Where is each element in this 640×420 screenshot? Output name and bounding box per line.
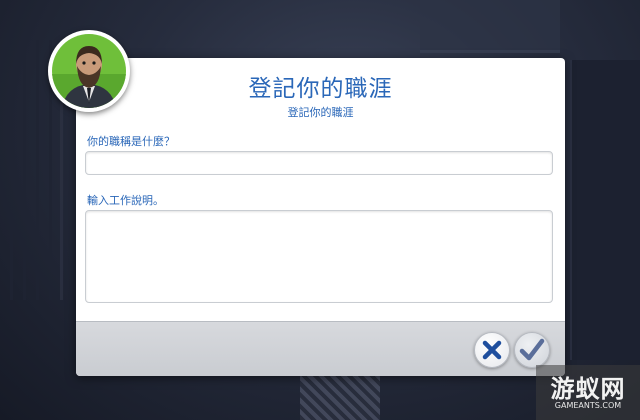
dialog-footer [76, 321, 565, 376]
dialog-subtitle: 登記你的職涯 [287, 106, 354, 119]
dialog-title: 登記你的職涯 [248, 76, 393, 102]
watermark-logo-text: 游蚁网 [550, 375, 626, 403]
watermark-domain: GAMEANTS.COM [554, 401, 622, 410]
close-x-icon [482, 340, 502, 360]
job-description-label: 輸入工作說明。 [87, 194, 164, 207]
job-description-textarea[interactable] [85, 210, 553, 303]
job-title-input[interactable] [85, 151, 553, 175]
game-scene-background: 登記你的職涯 登記你的職涯 你的職稱是什麼？ 輸入工作說明。 游蚁网 GAMEA… [0, 0, 640, 420]
register-career-dialog: 登記你的職涯 登記你的職涯 你的職稱是什麼？ 輸入工作說明。 [76, 58, 565, 376]
checkmark-icon [519, 338, 545, 361]
confirm-button[interactable] [514, 332, 550, 368]
background-shelf [420, 0, 560, 53]
background-basket [300, 370, 380, 420]
job-title-label: 你的職稱是什麼？ [87, 135, 175, 148]
background-wall [570, 60, 640, 360]
sim-portrait-icon [52, 34, 126, 108]
site-watermark: 游蚁网 GAMEANTS.COM [536, 365, 640, 420]
sim-portrait-avatar [48, 30, 130, 112]
cancel-button[interactable] [474, 332, 510, 368]
